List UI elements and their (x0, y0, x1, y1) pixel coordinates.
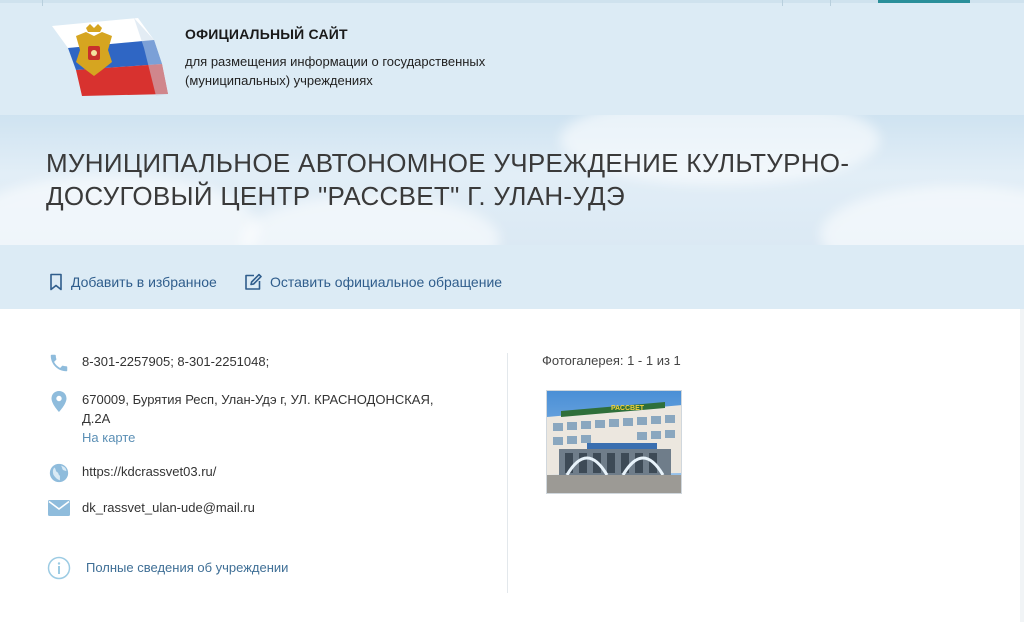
site-header: ОФИЦИАЛЬНЫЙ САЙТ для размещения информац… (0, 0, 1024, 115)
active-tab-marker (878, 0, 970, 3)
contact-phone-row: 8-301-2257905; 8-301-2251048; (46, 352, 269, 374)
email-link[interactable]: dk_rassvet_ulan-ude@mail.ru (82, 498, 255, 518)
edit-icon (245, 273, 262, 290)
top-strip (0, 0, 1024, 3)
content-divider (507, 353, 508, 593)
bookmark-icon (50, 273, 62, 291)
add-to-favorites-label: Добавить в избранное (71, 274, 217, 290)
add-to-favorites-button[interactable]: Добавить в избранное (48, 273, 217, 291)
address-text: 670009, Бурятия Респ, Улан-Удэ г, УЛ. КР… (82, 392, 434, 426)
header-divider (782, 0, 783, 6)
website-link[interactable]: https://kdcrassvet03.ru/ (82, 462, 216, 484)
globe-icon (49, 463, 69, 483)
official-appeal-label: Оставить официальное обращение (270, 274, 503, 290)
organization-name: МУНИЦИПАЛЬНОЕ АВТОНОМНОЕ УЧРЕЖДЕНИЕ КУЛЬ… (46, 148, 850, 211)
header-divider (42, 0, 43, 6)
location-pin-icon (51, 391, 67, 412)
phone-icon (50, 354, 68, 372)
scrollbar-track[interactable] (1020, 309, 1024, 622)
map-link[interactable]: На карте (82, 428, 462, 447)
actions-bar: Добавить в избранное Оставить официально… (0, 245, 1024, 309)
site-title: ОФИЦИАЛЬНЫЙ САЙТ (185, 26, 348, 42)
gallery-photo[interactable]: РАССВЕТ (546, 390, 682, 494)
info-icon (47, 556, 71, 580)
site-subtitle: для размещения информации о государствен… (185, 54, 486, 88)
mail-icon (48, 500, 70, 516)
organization-banner: МУНИЦИПАЛЬНОЕ АВТОНОМНОЕ УЧРЕЖДЕНИЕ КУЛЬ… (0, 115, 1024, 245)
header-divider (830, 0, 831, 6)
full-info-row[interactable]: Полные сведения об учреждении (46, 556, 288, 580)
contact-address-row: 670009, Бурятия Респ, Улан-Удэ г, УЛ. КР… (46, 390, 462, 447)
full-info-link[interactable]: Полные сведения об учреждении (86, 556, 288, 580)
building-sign: РАССВЕТ (611, 405, 645, 412)
contact-website-row: https://kdcrassvet03.ru/ (46, 462, 216, 484)
gallery-label: Фотогалерея: 1 - 1 из 1 (542, 353, 681, 368)
phone-numbers: 8-301-2257905; 8-301-2251048; (82, 354, 270, 369)
building-photo: РАССВЕТ (547, 391, 681, 493)
site-logo[interactable] (46, 18, 170, 96)
contact-email-row: dk_rassvet_ulan-ude@mail.ru (46, 498, 255, 518)
official-appeal-button[interactable]: Оставить официальное обращение (243, 273, 502, 291)
